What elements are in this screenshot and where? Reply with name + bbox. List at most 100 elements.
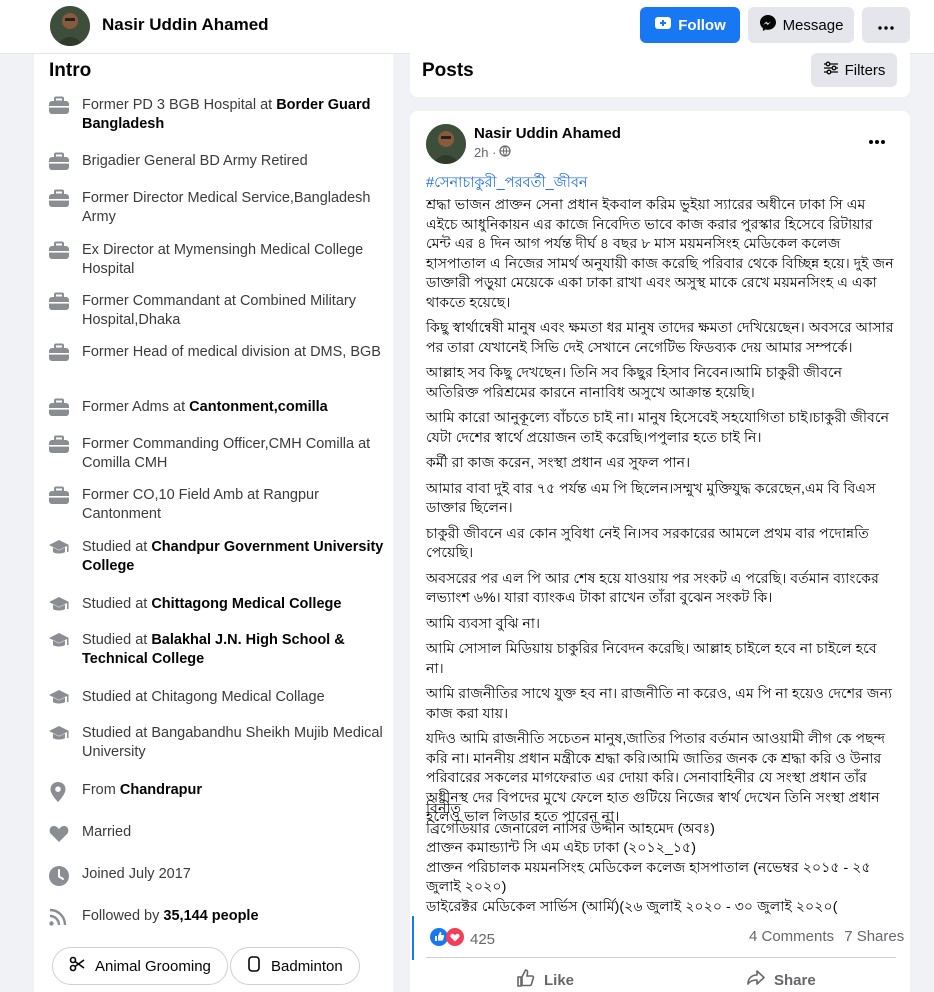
graduation-cap-icon [48,631,72,655]
intro-item-prefix: Married [82,824,132,840]
intro-item-text: Former Head of medical division at DMS, … [82,343,392,362]
intro-item-prefix: Former PD 3 BGB Hospital at [82,97,277,113]
briefcase-icon [48,189,72,213]
intro-title: Intro [49,60,92,81]
post-author-name[interactable]: Nasir Uddin Ahamed [474,125,621,142]
intro-item-prefix: Former CO,10 Field Amb at Rangpur Canton… [82,487,319,522]
intro-item-prefix: Former Director Medical Service,Banglade… [82,190,371,225]
shares-count[interactable]: 7 Shares [844,928,904,945]
intro-item-text: Former Director Medical Service,Banglade… [82,189,392,227]
briefcase-icon [48,96,72,120]
intro-item-link[interactable]: Chittagong Medical College [151,596,341,612]
post-paragraph: অবসরের পর এল পি আর শেষ হয়ে যাওয়ায় পর … [426,570,879,607]
intro-item-text: Studied at Chitagong Medical Collage [82,688,392,707]
briefcase-icon [48,343,72,367]
briefcase-icon [48,435,72,459]
intro-item-link[interactable]: Cantonment,comilla [189,399,328,415]
profile-avatar[interactable] [50,6,90,46]
love-reaction-icon [446,928,464,950]
post-paragraph: আমি ব্যবসা বুঝি না। [426,615,541,632]
hobby-chip-badminton[interactable]: Badminton [230,947,360,985]
graduation-cap-icon [48,595,72,619]
intro-item-text: Studied at Chittagong Medical College [82,595,392,614]
intro-item-text: Former Adms at Cantonment,comilla [82,398,392,417]
post-more-options-icon[interactable] [866,134,888,150]
heart-icon [48,823,72,847]
intro-item-prefix: Studied at [82,539,152,555]
post-body: শ্রদ্ধা ভাজন প্রাক্তন সেনা প্রধান ইকবাল … [426,196,898,834]
share-button[interactable]: Share [746,968,816,992]
post-paragraph: আমি সোসাল মিডিয়ায় চাকুরির নিবেদন করেছি… [426,641,877,677]
post-paragraph: চাকুরী জীবনে এর কোন সুবিধা নেই নি।সব সরক… [426,525,869,562]
intro-item-prefix: Former Commandant at Combined Military H… [82,293,356,328]
filters-button[interactable]: Filters [811,53,897,87]
rss-icon [48,907,72,931]
intro-item-text: Former PD 3 BGB Hospital at Border Guard… [82,96,392,134]
intro-item-prefix: Studied at [82,632,152,648]
briefcase-icon [48,241,72,265]
focus-edge [412,916,414,960]
profile-name[interactable]: Nasir Uddin Ahamed [102,15,269,35]
graduation-cap-icon [48,688,72,712]
intro-item-text: Former CO,10 Field Amb at Rangpur Canton… [82,486,392,524]
post-hashtag-link[interactable]: #সেনাচাকুরী_পরবর্তী_জীবন [426,172,588,196]
briefcase-icon [48,398,72,422]
intro-item-text: Studied at Chandpur Government Universit… [82,538,392,576]
intro-item-text: Brigadier General BD Army Retired [82,152,392,171]
shuttlecock-icon [247,956,261,976]
messenger-icon [759,14,777,36]
post-paragraph: আল্লাহ সব কিছু দেখছেন। তিনি সব কিছুর হিস… [426,365,843,401]
intro-item-link[interactable]: Chandrapur [120,782,202,798]
post-divider [426,957,896,958]
briefcase-icon [48,486,72,510]
post-time-text: 2h · [474,145,497,160]
reactions-summary[interactable]: 425 [430,928,495,950]
intro-item-text: From Chandrapur [82,781,392,800]
more-dots-icon [878,17,894,34]
share-arrow-icon [746,968,766,992]
intro-item-text: Studied at Bangabandhu Sheikh Mujib Medi… [82,724,392,762]
intro-item-prefix: Studied at [82,596,152,612]
briefcase-icon [48,292,72,316]
location-pin-icon [48,781,72,805]
intro-item-prefix: Joined July 2017 [82,866,191,882]
thumbs-up-icon [516,968,536,992]
intro-item-prefix: Brigadier General BD Army Retired [82,153,308,169]
intro-item-prefix: Ex Director at Mymensingh Medical Colleg… [82,242,364,277]
intro-item-prefix: Followed by [82,908,164,924]
signature-line: ডাইরেক্টর মেডিকেল সার্ভিস (আর্মি)(২৬ জুল… [426,898,838,915]
hobby-chip-animal-grooming[interactable]: Animal Grooming [52,947,228,985]
post-paragraph: আমি রাজনীতির সাথে যুক্ত হব না। রাজনীতি ন… [426,686,893,722]
post-author-avatar[interactable] [426,124,466,164]
intro-item-text: Former Commandant at Combined Military H… [82,292,392,330]
follow-button[interactable]: Follow [640,7,740,43]
share-label: Share [774,971,816,989]
post-paragraph: আমার বাবা দুই বার ৭৫ পর্যন্ত এম পি ছিলেন… [426,480,876,517]
intro-item-link[interactable]: 35,144 people [163,908,258,924]
more-options-button[interactable] [862,7,910,43]
intro-item-text: Ex Director at Mymensingh Medical Colleg… [82,241,392,279]
intro-item-text: Former Commanding Officer,CMH Comilla at… [82,435,392,473]
sliders-icon [823,61,839,79]
post-paragraph: কর্মী রা কাজ করেন, সংস্থা প্রধান এর সুফল… [426,455,691,471]
post-paragraph: আমি কারো আনুকূল্যে বাঁচতে চাই না। মানুষ … [426,410,890,446]
filters-label: Filters [844,61,886,79]
post-paragraph: শ্রদ্ধা ভাজন প্রাক্তন সেনা প্রধান ইকবাল … [426,197,894,311]
post-timestamp[interactable]: 2h · [474,145,512,160]
follow-label: Follow [678,16,726,34]
graduation-cap-icon [48,538,72,562]
signature-line: বিনীত [426,801,462,817]
comments-shares[interactable]: 4 Comments 7 Shares [749,928,904,945]
intro-item-prefix: Former Adms at [82,399,190,415]
signature-line: প্রাক্তন কমান্ড্যান্ট সি এম এইচ ঢাকা (২০… [426,840,696,856]
comments-count[interactable]: 4 Comments [749,928,834,945]
like-button[interactable]: Like [516,968,574,992]
message-button[interactable]: Message [748,7,854,43]
graduation-cap-icon [48,724,72,748]
globe-icon [499,145,512,160]
hobby-label: Badminton [271,957,343,975]
scissors-icon [69,956,85,976]
intro-item-text: Joined July 2017 [82,865,392,884]
post-paragraph: কিছু স্বার্থান্বেষী মানুষ এবং ক্ষমতা ধর … [426,320,894,356]
like-label: Like [544,971,575,989]
